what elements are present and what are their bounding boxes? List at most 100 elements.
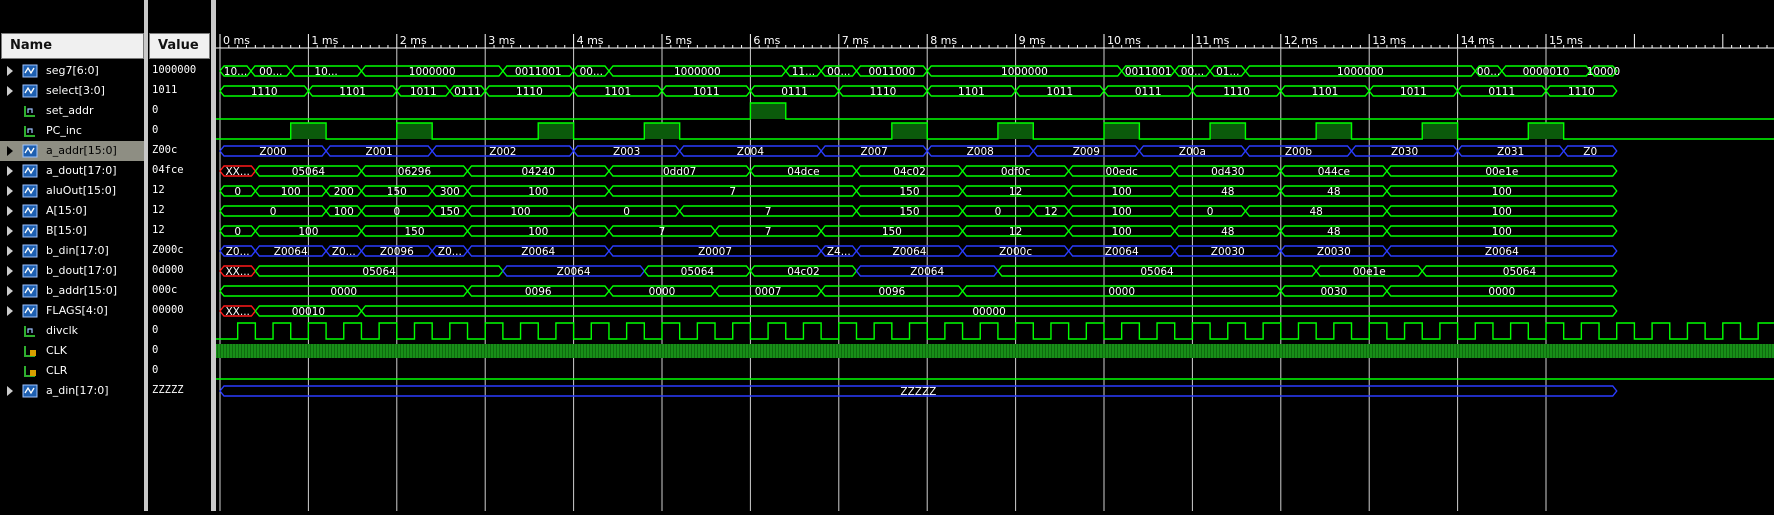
signal-value-row: 0 bbox=[148, 341, 211, 361]
bus-signal-icon bbox=[22, 304, 38, 318]
signal-name: aluOut[15:0] bbox=[46, 184, 116, 197]
name-column-header[interactable]: Name bbox=[1, 33, 144, 59]
bus-value-label: 0000 bbox=[1108, 286, 1135, 298]
bit-signal-icon bbox=[24, 106, 35, 117]
signal-name-row[interactable]: B[15:0] bbox=[0, 221, 144, 241]
signal-value-row: 0 bbox=[148, 321, 211, 341]
signal-value-row: 04fce bbox=[148, 161, 211, 181]
bus-value-label: XX... bbox=[225, 166, 249, 178]
signal-name-row[interactable]: A[15:0] bbox=[0, 201, 144, 221]
bus-value-label: 100 bbox=[1112, 186, 1132, 198]
time-label: 6 ms bbox=[753, 34, 780, 47]
signal-name-row[interactable]: seg7[6:0] bbox=[0, 61, 144, 81]
bus-value-label: 1110 bbox=[870, 86, 897, 98]
bus-value-label: 0111 bbox=[1488, 86, 1515, 98]
bus-signal-icon bbox=[22, 224, 38, 238]
expand-arrow-icon[interactable] bbox=[7, 166, 13, 176]
signal-name-row[interactable]: b_addr[15:0] bbox=[0, 281, 144, 301]
bus-value-label: 100 bbox=[1112, 206, 1132, 218]
bus-value-label: 0096 bbox=[878, 286, 905, 298]
bus-value-label: 0000010 bbox=[1523, 66, 1570, 78]
signal-name-row[interactable]: aluOut[15:0] bbox=[0, 181, 144, 201]
expand-arrow-icon[interactable] bbox=[7, 186, 13, 196]
pulse-high-fill bbox=[891, 123, 928, 139]
signal-name-row[interactable]: a_addr[15:0] bbox=[0, 141, 144, 161]
bus-value-label: 100 bbox=[1112, 226, 1132, 238]
pulse-high-fill bbox=[1316, 123, 1352, 139]
pulse-high-fill bbox=[997, 123, 1034, 139]
bus-value-label: 100 bbox=[1492, 206, 1512, 218]
expand-arrow-icon[interactable] bbox=[7, 226, 13, 236]
waveform-canvas[interactable]: 0 ms 1 ms 2 ms 3 ms 4 ms 5 ms 6 ms 7 ms 8 ms 9 ms… bbox=[215, 0, 1774, 511]
signal-value-row: 0d000 bbox=[148, 261, 211, 281]
bus-value-label: 0 bbox=[623, 206, 630, 218]
bus-value-label: 0111 bbox=[1135, 86, 1162, 98]
bus-signal-icon bbox=[22, 84, 38, 98]
signal-name-row[interactable]: set_addr bbox=[0, 101, 144, 121]
pulse-high-fill bbox=[290, 123, 327, 139]
signal-value: 12 bbox=[152, 184, 165, 196]
value-column-header[interactable]: Value bbox=[149, 33, 210, 59]
bus-value-label: Z0... bbox=[332, 246, 356, 258]
expand-arrow-icon[interactable] bbox=[7, 306, 13, 316]
time-label: 1 ms bbox=[311, 34, 338, 47]
bus-value-label: 1101 bbox=[958, 86, 985, 98]
signal-name-row[interactable]: CLR bbox=[0, 361, 144, 381]
bus-value-label: 01... bbox=[1216, 66, 1239, 78]
signal-value: 000c bbox=[152, 284, 178, 296]
lock-bit-signal-icon bbox=[24, 346, 36, 357]
expand-arrow-icon[interactable] bbox=[7, 146, 13, 156]
bus-value-label: 100 bbox=[528, 186, 548, 198]
signal-name-row[interactable]: divclk bbox=[0, 321, 144, 341]
bus-value-label: 1110 bbox=[1568, 86, 1595, 98]
bus-signal-icon bbox=[22, 244, 38, 258]
signal-name-row[interactable]: b_dout[17:0] bbox=[0, 261, 144, 281]
bus-value-label: 0 bbox=[234, 186, 241, 198]
bus-value-label: Z0064 bbox=[521, 246, 555, 258]
bus-value-label: 0007 bbox=[755, 286, 782, 298]
signal-value: 0 bbox=[152, 344, 159, 356]
bus-value-label: 1110 bbox=[251, 86, 278, 98]
bus-value-label: 0 bbox=[995, 206, 1002, 218]
bus-value-label: 05064 bbox=[1140, 266, 1174, 278]
expand-arrow-icon[interactable] bbox=[7, 266, 13, 276]
expand-arrow-icon[interactable] bbox=[7, 286, 13, 296]
signal-name-row[interactable]: a_din[17:0] bbox=[0, 381, 144, 401]
signal-name-row[interactable]: b_din[17:0] bbox=[0, 241, 144, 261]
expand-arrow-icon[interactable] bbox=[7, 206, 13, 216]
bus-value-label: 0000 bbox=[649, 286, 676, 298]
bus-value-label: 1011 bbox=[410, 86, 437, 98]
signal-value: 0 bbox=[152, 124, 159, 136]
bit-waveform bbox=[216, 102, 1774, 120]
waveform-panel[interactable]: 0 ms 1 ms 2 ms 3 ms 4 ms 5 ms 6 ms 7 ms 8 ms 9 ms… bbox=[215, 0, 1774, 511]
bus-value-label: 0d430 bbox=[1211, 166, 1244, 178]
bus-value-label: 7 bbox=[765, 206, 772, 218]
signal-name-row[interactable]: PC_inc bbox=[0, 121, 144, 141]
bus-value-label: 00010 bbox=[292, 306, 325, 318]
signal-name-row[interactable]: select[3:0] bbox=[0, 81, 144, 101]
signal-name: b_dout[17:0] bbox=[46, 264, 117, 277]
time-label: 12 ms bbox=[1284, 34, 1318, 47]
signal-name-row[interactable]: a_dout[17:0] bbox=[0, 161, 144, 181]
bus-value-label: 48 bbox=[1327, 226, 1340, 238]
bus-value-label: ZZZZZ bbox=[900, 386, 936, 398]
bus-value-label: 150 bbox=[440, 206, 460, 218]
pulse-high-fill bbox=[644, 123, 680, 139]
bit-signal-icon bbox=[24, 326, 35, 337]
expand-arrow-icon[interactable] bbox=[7, 66, 13, 76]
expand-arrow-icon[interactable] bbox=[7, 386, 13, 396]
signal-name-row[interactable]: FLAGS[4:0] bbox=[0, 301, 144, 321]
bus-value-label: 100 bbox=[281, 186, 301, 198]
expand-arrow-icon[interactable] bbox=[7, 246, 13, 256]
signal-value: 04fce bbox=[152, 164, 184, 176]
bus-value-label: 7 bbox=[729, 186, 736, 198]
bus-value-label: Z002 bbox=[489, 146, 516, 158]
expand-arrow-icon[interactable] bbox=[7, 86, 13, 96]
signal-name: b_addr[15:0] bbox=[46, 284, 117, 297]
bus-value-label: 1000000 bbox=[1001, 66, 1048, 78]
signal-name-row[interactable]: CLK bbox=[0, 341, 144, 361]
signal-value-row: 12 bbox=[148, 181, 211, 201]
bus-value-label: Z0064 bbox=[557, 266, 591, 278]
time-label: 9 ms bbox=[1019, 34, 1046, 47]
bus-value-label: Z030 bbox=[1391, 146, 1418, 158]
